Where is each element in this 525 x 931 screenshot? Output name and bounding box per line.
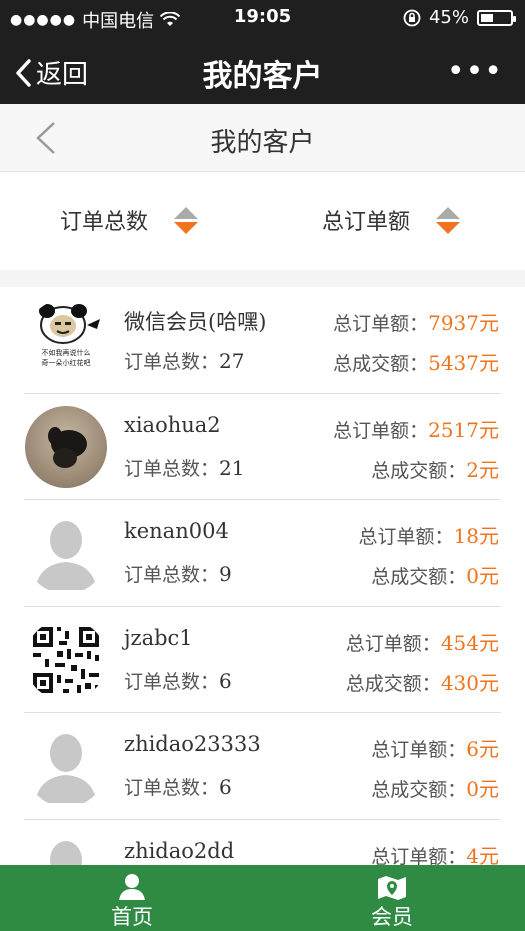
avatar [25, 725, 107, 807]
order-count: 订单总数：27 [124, 349, 245, 373]
tab-member[interactable]: 会员 [352, 873, 432, 931]
order-count: 订单总数：9 [124, 562, 232, 586]
svg-text:奇一朵小红花吧: 奇一朵小红花吧 [42, 358, 91, 367]
sort-arrows-icon [436, 206, 461, 234]
tab-member-label: 会员 [371, 905, 413, 929]
map-pin-icon [378, 876, 406, 900]
sort-order-count-label: 订单总数 [60, 210, 149, 235]
avatar [25, 831, 107, 865]
total-deal-amount: 总成交额：0元 [371, 564, 499, 588]
customer-row[interactable]: xiaohua2 订单总数：21 总订单额：2517元 总成交额：2元 [0, 394, 525, 500]
order-count: 订单总数：6 [124, 775, 232, 799]
total-order-amount: 总订单额：4元 [371, 843, 499, 866]
rotation-lock-icon [403, 9, 421, 26]
total-order-amount: 总订单额：18元 [358, 524, 499, 548]
order-count: 订单总数：21 [124, 455, 245, 480]
customer-row[interactable]: zhidao2dd 总订单额：4元 [0, 820, 525, 866]
panda-meme-avatar: 不如我再说什么 奇一朵小红花吧 [25, 299, 107, 381]
total-deal-amount: 总成交额：0元 [371, 777, 499, 801]
tab-home-label: 首页 [111, 905, 153, 929]
sort-by-order-count[interactable]: 订单总数 [60, 204, 199, 236]
battery-icon [477, 9, 516, 26]
total-deal-amount: 总成交额：430元 [345, 670, 499, 695]
user-home-icon [119, 874, 145, 900]
customer-list: 不如我再说什么 奇一朵小红花吧 微信会员(哈嘿) 订单总数：27 总订单额：79… [0, 287, 525, 865]
total-deal-amount: 总成交额：5437元 [333, 351, 499, 375]
dog-photo-avatar [25, 405, 107, 488]
customer-row[interactable]: kenan004 订单总数：9 总订单额：18元 总成交额：0元 [0, 500, 525, 607]
default-user-icon [25, 725, 107, 807]
customer-row[interactable]: zhidao23333 订单总数：6 总订单额：6元 总成交额：0元 [0, 713, 525, 820]
total-order-amount: 总订单额：2517元 [333, 417, 499, 442]
customer-name: kenan004 [124, 519, 229, 543]
total-order-amount: 总订单额：6元 [371, 737, 499, 761]
svg-text:不如我再说什么: 不如我再说什么 [42, 348, 91, 357]
avatar [25, 405, 107, 488]
avatar: 不如我再说什么 奇一朵小红花吧 [25, 299, 107, 381]
bottom-tab-bar: 首页 会员 [0, 865, 525, 931]
customer-name: 微信会员(哈嘿) [124, 310, 267, 334]
customer-row[interactable]: 不如我再说什么 奇一朵小红花吧 微信会员(哈嘿) 订单总数：27 总订单额：79… [0, 287, 525, 394]
wechat-nav-bar: 返回 我的客户 ••• [0, 36, 525, 104]
page-title: 我的客户 [210, 128, 315, 158]
qr-code-avatar [25, 618, 107, 701]
customer-name: jzabc1 [124, 625, 193, 650]
sort-order-amount-label: 总订单额 [322, 210, 411, 235]
customer-name: xiaohua2 [124, 412, 221, 437]
tab-home[interactable]: 首页 [92, 873, 172, 931]
total-deal-amount: 总成交额：2元 [371, 457, 499, 482]
battery-percent: 45% [428, 7, 469, 28]
customer-name: zhidao23333 [124, 732, 261, 756]
sort-arrows-icon [174, 206, 199, 234]
avatar [25, 512, 107, 594]
default-user-icon [25, 831, 107, 865]
page-header: 我的客户 [0, 104, 525, 172]
avatar [25, 618, 107, 701]
more-menu-button[interactable]: ••• [447, 54, 503, 89]
total-order-amount: 总订单额：7937元 [333, 311, 499, 335]
total-order-amount: 总订单额：454元 [345, 630, 499, 655]
default-user-icon [25, 512, 107, 594]
order-count: 订单总数：6 [124, 668, 232, 693]
sort-by-order-amount[interactable]: 总订单额 [322, 204, 461, 236]
status-bar: ●●●●● 中国电信 19:05 45% [0, 0, 525, 36]
customer-row[interactable]: jzabc1 订单总数：6 总订单额：454元 总成交额：430元 [0, 607, 525, 713]
sort-bar: 订单总数 总订单额 [0, 172, 525, 270]
customer-name: zhidao2dd [124, 838, 235, 863]
